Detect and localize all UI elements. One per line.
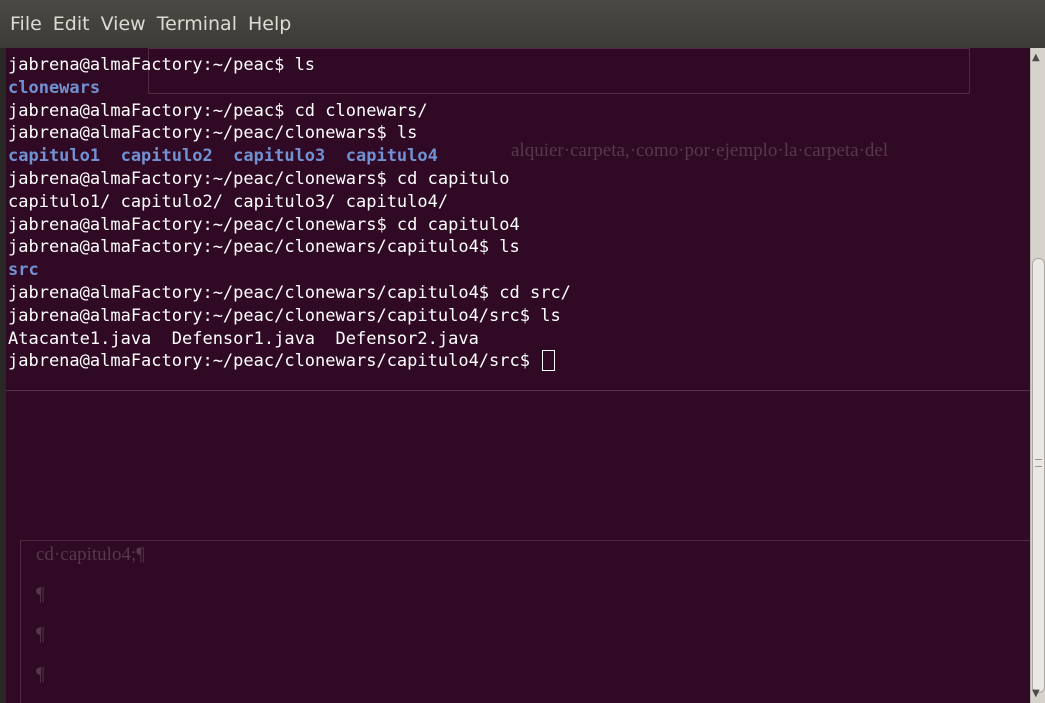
- terminal-prompt-line[interactable]: jabrena@almaFactory:~/peac/clonewars/cap…: [8, 350, 571, 373]
- terminal-line: src: [8, 260, 39, 281]
- terminal-line: jabrena@almaFactory:~/peac/clonewars/cap…: [8, 305, 561, 326]
- terminal-line: capitulo1 capitulo2 capitulo3 capitulo4: [8, 146, 438, 167]
- menu-bar: File Edit View Terminal Help: [0, 0, 1045, 48]
- vertical-scrollbar[interactable]: ▲ ▼: [1030, 48, 1045, 703]
- terminal-line: jabrena@almaFactory:~/peac/clonewars$ ls: [8, 123, 418, 144]
- menu-view[interactable]: View: [101, 13, 146, 35]
- terminal-line: capitulo1/ capitulo2/ capitulo3/ capitul…: [8, 191, 449, 212]
- terminal-area[interactable]: alquier·carpeta,·como·por·ejemplo·la·car…: [6, 48, 1030, 703]
- ghost-code-text: cd·capitulo4;¶: [36, 544, 145, 565]
- terminal-line: jabrena@almaFactory:~/peac$ cd clonewars…: [8, 100, 428, 121]
- terminal-line: jabrena@almaFactory:~/peac/clonewars$ cd…: [8, 168, 510, 189]
- arrow-down-icon[interactable]: ▼: [1032, 688, 1040, 699]
- menu-edit[interactable]: Edit: [53, 13, 90, 35]
- terminal-line: jabrena@almaFactory:~/peac$ ls: [8, 55, 316, 75]
- ghost-pilcrow: ¶: [36, 584, 45, 605]
- ghost-code-box: [20, 540, 1030, 703]
- terminal-line: clonewars: [8, 77, 101, 98]
- menu-terminal[interactable]: Terminal: [157, 13, 237, 35]
- text-cursor: [542, 350, 556, 372]
- arrow-up-icon[interactable]: ▲: [1032, 52, 1040, 63]
- menu-help[interactable]: Help: [248, 13, 291, 35]
- terminal-line: Atacante1.java Defensor1.java Defensor2.…: [8, 328, 479, 349]
- ghost-divider: [6, 390, 1030, 391]
- ghost-pilcrow: ¶: [36, 664, 45, 685]
- ghost-pilcrow: ¶: [36, 624, 45, 645]
- terminal-line: jabrena@almaFactory:~/peac/clonewars$ cd…: [8, 214, 520, 235]
- menu-file[interactable]: File: [10, 13, 42, 35]
- terminal-prompt: jabrena@almaFactory:~/peac/clonewars/cap…: [8, 351, 541, 372]
- grip-icon: [1035, 459, 1042, 467]
- scrollbar-thumb[interactable]: [1032, 258, 1045, 693]
- terminal-line: jabrena@almaFactory:~/peac/clonewars/cap…: [8, 282, 571, 303]
- terminal-line: jabrena@almaFactory:~/peac/clonewars/cap…: [8, 237, 520, 258]
- terminal-output: jabrena@almaFactory:~/peac$ ls clonewars…: [8, 54, 571, 373]
- terminal-window: File Edit View Terminal Help alquier·car…: [0, 0, 1045, 703]
